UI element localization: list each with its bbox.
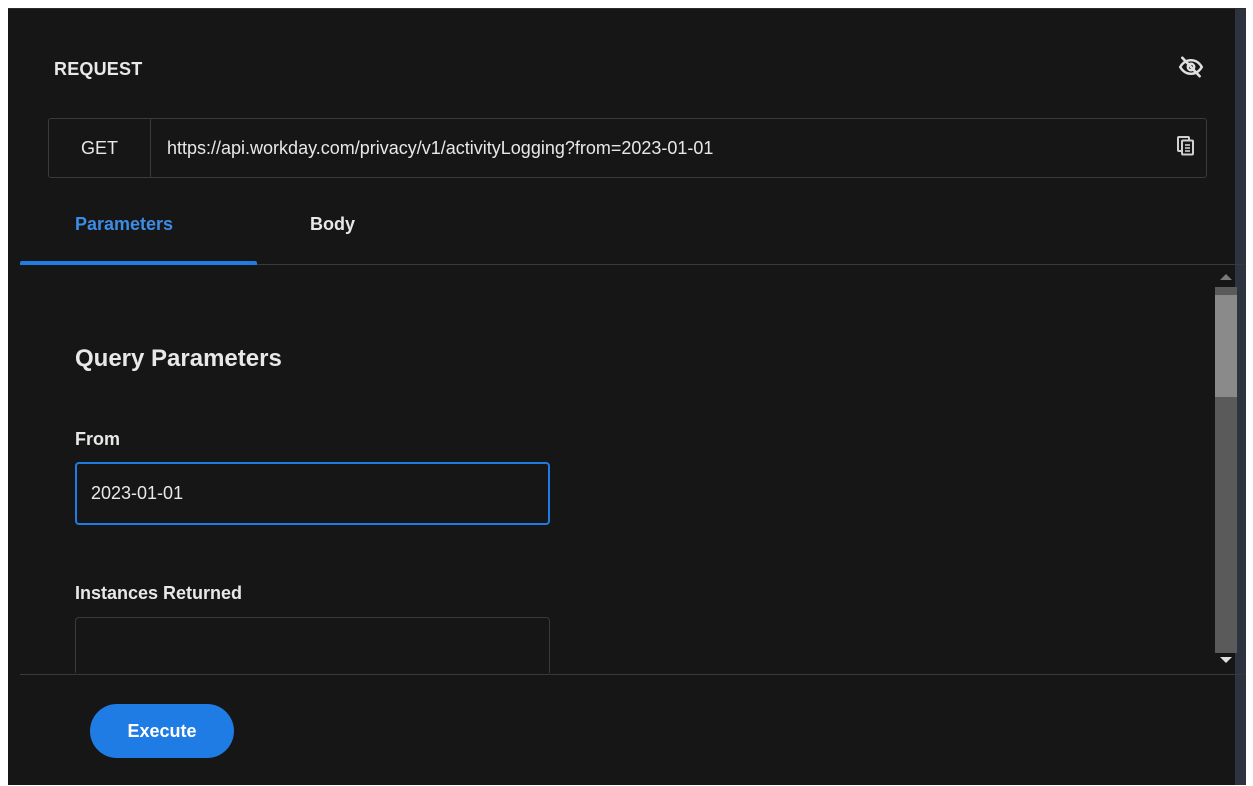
request-panel: REQUEST GET https://api.workday.com/priv… bbox=[8, 8, 1246, 785]
request-url: https://api.workday.com/privacy/v1/activ… bbox=[167, 137, 714, 158]
parameters-content: Query Parameters From Instances Returned bbox=[20, 265, 1246, 673]
execute-button[interactable]: Execute bbox=[90, 704, 234, 758]
request-title: REQUEST bbox=[54, 59, 143, 79]
scroll-up-arrow-icon[interactable] bbox=[1220, 274, 1232, 280]
http-method: GET bbox=[49, 119, 151, 177]
request-tabs: Parameters Body bbox=[20, 194, 1246, 265]
instances-returned-input[interactable] bbox=[75, 617, 550, 673]
tab-body[interactable]: Body bbox=[310, 214, 355, 235]
instances-returned-label: Instances Returned bbox=[75, 583, 243, 603]
content-scrollbar[interactable] bbox=[1213, 265, 1246, 673]
hide-panel-button[interactable] bbox=[1175, 53, 1207, 85]
request-url-bar: GET https://api.workday.com/privacy/v1/a… bbox=[48, 118, 1207, 178]
tab-parameters[interactable]: Parameters bbox=[75, 214, 173, 235]
copy-url-button[interactable] bbox=[1166, 119, 1206, 177]
scroll-down-arrow-icon[interactable] bbox=[1220, 657, 1232, 663]
request-footer: Execute bbox=[20, 674, 1246, 786]
copy-icon bbox=[1177, 135, 1195, 161]
from-input[interactable] bbox=[75, 462, 550, 525]
query-parameters-title: Query Parameters bbox=[75, 345, 282, 372]
from-label: From bbox=[75, 429, 120, 449]
eye-off-icon bbox=[1178, 54, 1204, 85]
scroll-thumb[interactable] bbox=[1215, 295, 1237, 397]
